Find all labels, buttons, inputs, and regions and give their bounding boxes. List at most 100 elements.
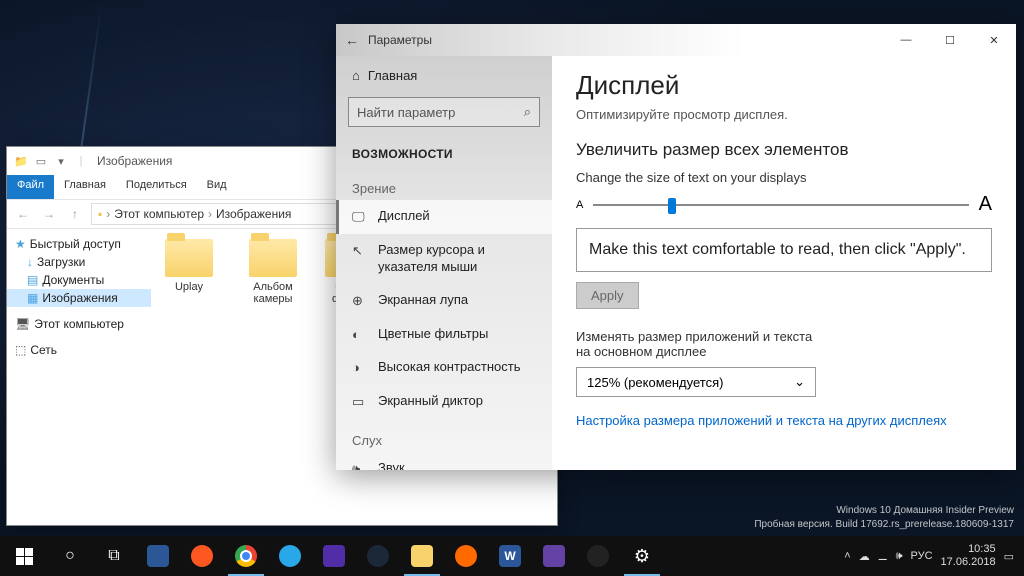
settings-sidebar: ⌂ Главная Найти параметр ⌕ возможности З… — [336, 56, 552, 470]
chrome-icon — [235, 545, 257, 567]
settings-titlebar[interactable]: ← Параметры — ☐ ✕ — [336, 24, 1016, 56]
steam-icon — [367, 545, 389, 567]
ribbon-tab-file[interactable]: Файл — [7, 175, 54, 199]
app-icon — [147, 545, 169, 567]
apply-button[interactable]: Apply — [576, 282, 639, 309]
settings-main: Дисплей Оптимизируйте просмотр дисплея. … — [552, 56, 1016, 470]
other-displays-link[interactable]: Настройка размера приложений и текста на… — [576, 411, 992, 431]
dropdown-value: 125% (рекомендуется) — [587, 375, 723, 390]
taskbar-taskview[interactable]: ⧉ — [92, 536, 136, 576]
search-icon: ○ — [65, 547, 75, 565]
ribbon-tab-home[interactable]: Главная — [54, 175, 116, 199]
taskbar-twitch[interactable] — [532, 536, 576, 576]
sidebar-item-colorfilters[interactable]: ◐ Цветные фильтры — [336, 318, 552, 352]
section-label: Изменять размер приложений и текста на о… — [576, 329, 992, 359]
taskbar-app[interactable] — [180, 536, 224, 576]
explorer-nav-pane: ★Быстрый доступ ↓Загрузки ▤Документы ▦Из… — [7, 229, 151, 525]
taskbar-app[interactable] — [312, 536, 356, 576]
nav-documents[interactable]: ▤Документы — [7, 271, 151, 289]
search-placeholder: Найти параметр — [357, 105, 455, 120]
tray-lang[interactable]: РУС — [911, 550, 933, 562]
nav-network[interactable]: ⬚Сеть — [7, 341, 151, 359]
scale-dropdown[interactable]: 125% (рекомендуется) ⌄ — [576, 367, 816, 397]
twitch-icon — [543, 545, 565, 567]
folder-item[interactable]: Uplay — [157, 239, 221, 293]
settings-title: Параметры — [368, 33, 884, 47]
app-icon — [323, 545, 345, 567]
start-button[interactable] — [0, 536, 48, 576]
settings-search[interactable]: Найти параметр ⌕ — [348, 97, 540, 127]
cursor-icon: ↖ — [352, 243, 368, 260]
chevron-right-icon: › — [106, 207, 110, 221]
minimize-button[interactable]: — — [884, 24, 928, 56]
taskbar-explorer[interactable] — [400, 536, 444, 576]
colorfilter-icon: ◐ — [352, 327, 368, 344]
display-icon: 🖵 — [352, 209, 368, 226]
slider-label: Change the size of text on your displays — [576, 170, 992, 185]
sidebar-item-display[interactable]: 🖵 Дисплей — [336, 200, 552, 234]
nav-back-icon[interactable]: ← — [13, 207, 33, 221]
breadcrumb-current[interactable]: Изображения — [216, 207, 291, 221]
chevron-down-icon: ⌄ — [794, 374, 805, 390]
narrator-icon: ▭ — [352, 394, 368, 411]
magnifier-icon: ⊕ — [352, 293, 368, 310]
slider-min-label: A — [576, 199, 583, 211]
taskbar-word[interactable]: W — [488, 536, 532, 576]
taskbar-chrome[interactable] — [224, 536, 268, 576]
sidebar-item-magnifier[interactable]: ⊕ Экранная лупа — [336, 284, 552, 318]
tray-onedrive-icon[interactable]: ☁ — [859, 550, 870, 563]
folder-icon — [165, 239, 213, 277]
chevron-right-icon: › — [208, 207, 212, 221]
tray-notifications-icon[interactable]: ▭ — [1004, 550, 1014, 563]
page-heading: Дисплей — [576, 70, 992, 101]
ribbon-tab-share[interactable]: Поделиться — [116, 175, 197, 199]
settings-window: ← Параметры — ☐ ✕ ⌂ Главная Найти параме… — [336, 24, 1016, 470]
nav-fwd-icon[interactable]: → — [39, 207, 59, 221]
maximize-button[interactable]: ☐ — [928, 24, 972, 56]
text-size-slider[interactable]: A A — [576, 193, 992, 216]
folder-icon — [411, 545, 433, 567]
sidebar-item-cursor[interactable]: ↖ Размер курсора и указателя мыши — [336, 234, 552, 284]
folder-item[interactable]: Альбом камеры — [241, 239, 305, 305]
nav-quick-access[interactable]: ★Быстрый доступ — [7, 235, 151, 253]
sidebar-item-sound[interactable]: 🕪 Звук — [336, 452, 552, 470]
taskbar-app[interactable] — [576, 536, 620, 576]
tray-network-icon[interactable]: ⚊ — [878, 550, 888, 563]
ribbon-tab-view[interactable]: Вид — [197, 175, 237, 199]
breadcrumb-root[interactable]: Этот компьютер — [114, 207, 204, 221]
sound-icon: 🕪 — [352, 461, 368, 470]
nav-up-icon[interactable]: ↑ — [65, 207, 85, 221]
tray-clock[interactable]: 10:35 17.06.2018 — [941, 543, 996, 569]
back-button[interactable]: ← — [336, 32, 368, 48]
sidebar-item-highcontrast[interactable]: ◑ Высокая контрастность — [336, 351, 552, 385]
taskbar-steam[interactable] — [356, 536, 400, 576]
slider-thumb[interactable] — [668, 198, 676, 214]
taskbar-search[interactable]: ○ — [48, 536, 92, 576]
tray-volume-icon[interactable]: 🕪 — [896, 550, 903, 563]
word-icon: W — [499, 545, 521, 567]
sidebar-group: возможности — [336, 135, 552, 167]
taskbar-app[interactable] — [444, 536, 488, 576]
taskbar-app[interactable] — [136, 536, 180, 576]
system-tray[interactable]: ˄ ☁ ⚊ 🕪 РУС 10:35 17.06.2018 ▭ — [844, 543, 1024, 569]
taskview-icon: ⧉ — [108, 547, 119, 565]
nav-this-pc[interactable]: 🖥Этот компьютер — [7, 315, 151, 333]
taskbar-settings[interactable]: ⚙ — [620, 536, 664, 576]
folder-icon: 📁 — [13, 153, 29, 169]
slider-track[interactable] — [593, 204, 968, 206]
sidebar-subgroup-vision: Зрение — [336, 167, 552, 200]
sidebar-item-narrator[interactable]: ▭ Экранный диктор — [336, 385, 552, 419]
nav-pictures[interactable]: ▦Изображения — [7, 289, 151, 307]
explorer-title: Изображения — [97, 154, 172, 168]
taskbar-telegram[interactable] — [268, 536, 312, 576]
sidebar-home[interactable]: ⌂ Главная — [336, 62, 552, 89]
tray-chevron-icon[interactable]: ˄ — [844, 550, 850, 562]
qat-dropdown-icon[interactable]: ▾ — [53, 153, 69, 169]
app-icon — [191, 545, 213, 567]
qat-props-icon[interactable]: ▭ — [33, 153, 49, 169]
sidebar-subgroup-hearing: Слух — [336, 419, 552, 452]
nav-downloads[interactable]: ↓Загрузки — [7, 253, 151, 271]
divider: | — [73, 153, 89, 169]
close-button[interactable]: ✕ — [972, 24, 1016, 56]
app-icon — [455, 545, 477, 567]
